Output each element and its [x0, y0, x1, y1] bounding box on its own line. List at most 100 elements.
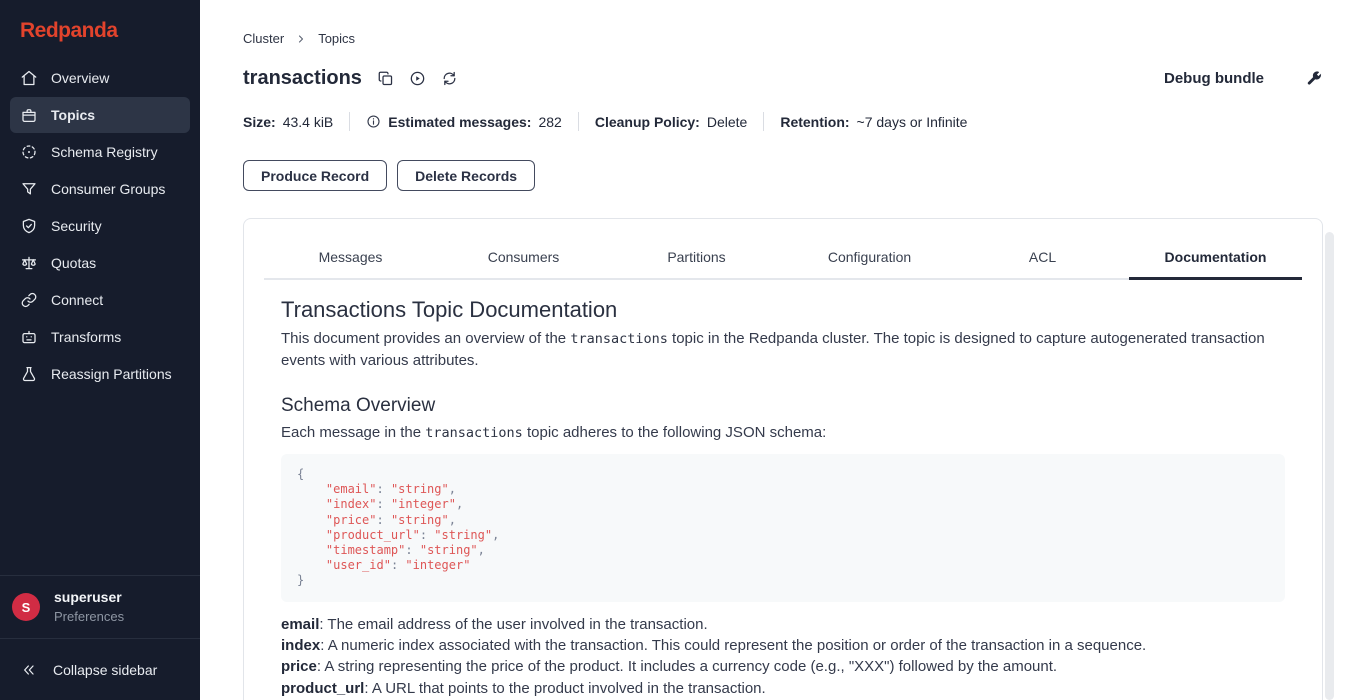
title-icons — [377, 70, 458, 87]
sidebar-item-topics[interactable]: Topics — [10, 97, 190, 133]
stat-value: 282 — [538, 114, 561, 130]
breadcrumb: Cluster Topics — [243, 31, 1323, 46]
sidebar-item-security[interactable]: Security — [10, 208, 190, 244]
sidebar-item-label: Transforms — [51, 329, 121, 345]
code-line: "product_url": "string", — [297, 528, 1269, 543]
user-profile[interactable]: S superuser Preferences — [0, 575, 200, 638]
refresh-icon[interactable] — [441, 70, 458, 87]
debug-bundle-group: Debug bundle — [1164, 70, 1323, 87]
sidebar-item-connect[interactable]: Connect — [10, 282, 190, 318]
stat-estimated-messages-: Estimated messages: 282 — [366, 114, 562, 130]
security-icon — [20, 217, 38, 235]
redpanda-logo: Redpanda — [0, 0, 200, 58]
stat-label: Estimated messages: — [388, 114, 531, 130]
produce-record-button[interactable]: Produce Record — [243, 160, 387, 191]
sidebar: Redpanda Overview Topics Schema Registry Co… — [0, 0, 200, 700]
tab-configuration[interactable]: Configuration — [783, 243, 956, 278]
code-line: } — [297, 573, 1269, 588]
doc-title: Transactions Topic Documentation — [281, 297, 1285, 323]
inline-code: transactions — [570, 331, 668, 347]
debug-bundle-link[interactable]: Debug bundle — [1164, 70, 1264, 87]
reassign-partitions-icon — [20, 365, 38, 383]
tab-partitions[interactable]: Partitions — [610, 243, 783, 278]
page-title: transactions — [243, 67, 362, 90]
field-description: product_url: A URL that points to the pr… — [281, 678, 1285, 699]
tab-acl[interactable]: ACL — [956, 243, 1129, 278]
topic-actions: Produce Record Delete Records — [243, 160, 1323, 191]
stat-divider — [349, 112, 350, 131]
stat-label: Size: — [243, 114, 276, 130]
title-row: transactions Debug bundle — [243, 67, 1323, 90]
sidebar-item-label: Overview — [51, 70, 109, 86]
json-schema-code-block: { "email": "string", "index": "integer",… — [281, 454, 1285, 602]
code-line: "index": "integer", — [297, 497, 1269, 512]
avatar: S — [12, 593, 40, 621]
tab-bar: MessagesConsumersPartitionsConfiguration… — [264, 219, 1302, 280]
topic-card: MessagesConsumersPartitionsConfiguration… — [243, 218, 1323, 700]
chevrons-left-icon — [21, 662, 37, 678]
field-name: email — [281, 616, 319, 633]
sidebar-item-label: Quotas — [51, 255, 96, 271]
delete-records-button[interactable]: Delete Records — [397, 160, 535, 191]
transforms-icon — [20, 328, 38, 346]
info-icon — [366, 114, 381, 129]
code-line: "price": "string", — [297, 513, 1269, 528]
tab-messages[interactable]: Messages — [264, 243, 437, 278]
main-content: Cluster Topics transactions Debug bundle… — [200, 0, 1366, 700]
code-line: { — [297, 467, 1269, 482]
wrench-icon[interactable] — [1306, 70, 1323, 87]
stat-divider — [763, 112, 764, 131]
field-name: price — [281, 658, 317, 675]
play-circle-icon[interactable] — [409, 70, 426, 87]
stat-value: ~7 days or Infinite — [857, 114, 968, 130]
breadcrumb-topics[interactable]: Topics — [318, 31, 355, 46]
field-desc: : A string representing the price of the… — [317, 658, 1057, 675]
sidebar-item-consumer-groups[interactable]: Consumer Groups — [10, 171, 190, 207]
stat-divider — [578, 112, 579, 131]
code-line: "user_id": "integer" — [297, 558, 1269, 573]
field-desc: : The email address of the user involved… — [319, 616, 707, 633]
collapse-sidebar-button[interactable]: Collapse sidebar — [0, 638, 200, 700]
quotas-icon — [20, 254, 38, 272]
field-desc: : A numeric index associated with the tr… — [320, 637, 1146, 654]
doc-intro: This document provides an overview of th… — [281, 328, 1285, 371]
field-name: product_url — [281, 680, 364, 697]
sidebar-item-label: Security — [51, 218, 102, 234]
copy-icon[interactable] — [377, 70, 394, 87]
sidebar-item-label: Schema Registry — [51, 144, 158, 160]
chevron-right-icon — [295, 33, 307, 45]
code-line: "email": "string", — [297, 482, 1269, 497]
sidebar-item-overview[interactable]: Overview — [10, 60, 190, 96]
stat-value: 43.4 kiB — [283, 114, 334, 130]
tab-documentation[interactable]: Documentation — [1129, 243, 1302, 278]
field-name: index — [281, 637, 320, 654]
consumer-groups-icon — [20, 180, 38, 198]
stat-cleanup-policy-: Cleanup Policy: Delete — [595, 114, 748, 130]
sidebar-item-schema-registry[interactable]: Schema Registry — [10, 134, 190, 170]
inline-code: transactions — [425, 425, 523, 441]
sidebar-item-reassign-partitions[interactable]: Reassign Partitions — [10, 356, 190, 392]
field-descriptions: email: The email address of the user inv… — [281, 614, 1285, 700]
sidebar-item-quotas[interactable]: Quotas — [10, 245, 190, 281]
code-line: "timestamp": "string", — [297, 543, 1269, 558]
field-description: email: The email address of the user inv… — [281, 614, 1285, 635]
topics-icon — [20, 106, 38, 124]
breadcrumb-cluster[interactable]: Cluster — [243, 31, 284, 46]
stat-label: Cleanup Policy: — [595, 114, 700, 130]
documentation-panel: Transactions Topic Documentation This do… — [244, 280, 1322, 700]
sidebar-item-transforms[interactable]: Transforms — [10, 319, 190, 355]
sidebar-item-label: Consumer Groups — [51, 181, 165, 197]
sidebar-item-label: Connect — [51, 292, 103, 308]
scrollbar[interactable] — [1325, 232, 1334, 700]
schema-intro: Each message in the transactions topic a… — [281, 422, 1285, 444]
collapse-sidebar-label: Collapse sidebar — [53, 662, 157, 678]
preferences-link[interactable]: Preferences — [54, 608, 124, 625]
stat-value: Delete — [707, 114, 747, 130]
topic-stats: Size: 43.4 kiB Estimated messages: 282 Clean… — [243, 112, 1323, 131]
tab-consumers[interactable]: Consumers — [437, 243, 610, 278]
stat-size-: Size: 43.4 kiB — [243, 114, 333, 130]
field-description: index: A numeric index associated with t… — [281, 635, 1285, 656]
home-icon — [20, 69, 38, 87]
field-desc: : A URL that points to the product invol… — [364, 680, 765, 697]
user-name: superuser — [54, 589, 124, 606]
